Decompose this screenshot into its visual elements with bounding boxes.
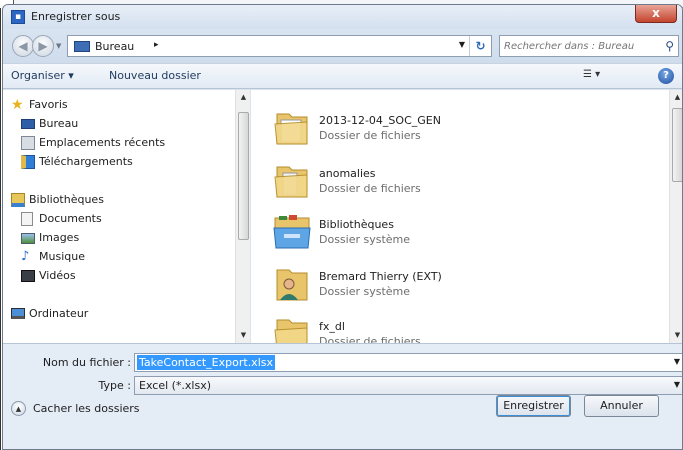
desktop-icon: [21, 119, 35, 129]
list-item[interactable]: 2013-12-04_SOC_GEN Dossier de fichiers: [271, 104, 631, 152]
desktop-icon: [74, 41, 90, 52]
music-icon: ♪: [21, 249, 30, 264]
star-icon: ★: [11, 97, 24, 113]
file-type: Dossier de fichiers: [319, 129, 421, 142]
search-box[interactable]: ⚲: [499, 35, 679, 57]
new-folder-button[interactable]: Nouveau dossier: [109, 69, 201, 82]
chevron-down-icon[interactable]: ▼: [674, 380, 680, 389]
user-folder-icon: [276, 269, 308, 301]
filename-label: Nom du fichier :: [42, 356, 131, 369]
scroll-up-icon[interactable]: ▲: [236, 90, 251, 105]
file-name: Bibliothèques: [319, 218, 394, 231]
view-options-button[interactable]: ☰ ▾: [583, 69, 613, 83]
file-name: Bremard Thierry (EXT): [319, 270, 442, 283]
file-list: 2013-12-04_SOC_GEN Dossier de fichiers a…: [251, 90, 682, 343]
close-button[interactable]: x: [635, 5, 677, 23]
folder-icon: [274, 113, 308, 145]
scrollbar-thumb[interactable]: [672, 108, 682, 182]
breadcrumb-bureau[interactable]: Bureau: [95, 40, 134, 53]
filename-field[interactable]: TakeContact_Export.xlsx ▼: [134, 353, 682, 372]
folder-icon: [274, 166, 308, 198]
navigation-pane: ★ Favoris Bureau Emplacements récents Té…: [3, 90, 250, 343]
address-bar-area: ◀ ▶ ▼ Bureau ▸ ▼ ↻ ⚲: [3, 29, 682, 63]
file-list-scrollbar[interactable]: ▲ ▼: [669, 90, 682, 343]
command-toolbar: Organiser ▾ Nouveau dossier ☰ ▾ ?: [3, 63, 682, 89]
chevron-up-icon[interactable]: ▲: [11, 401, 26, 416]
breadcrumb-chevron-icon[interactable]: ▸: [154, 40, 159, 50]
background-window-edge: [0, 8, 1, 450]
forward-button[interactable]: ▶: [32, 35, 54, 57]
documents-icon: [21, 212, 33, 226]
search-input[interactable]: [504, 38, 654, 54]
scroll-down-icon[interactable]: ▼: [236, 328, 251, 343]
save-as-dialog: ▪ Enregistrer sous x ◀ ▶ ▼ Bureau ▸ ▼ ↻ …: [2, 4, 683, 450]
history-dropdown-icon[interactable]: ▼: [56, 42, 61, 50]
scrollbar-thumb[interactable]: [238, 112, 249, 240]
list-item[interactable]: anomalies Dossier de fichiers: [271, 157, 631, 205]
file-name: fx_dl: [319, 320, 345, 333]
sidebar-scrollbar[interactable]: ▲ ▼: [235, 90, 250, 343]
save-dialog-icon: ▪: [11, 10, 25, 24]
list-item[interactable]: Bibliothèques Dossier système: [271, 208, 631, 256]
type-label: Type :: [98, 379, 131, 392]
images-icon: [21, 233, 35, 244]
file-type-value: Excel (*.xlsx): [139, 379, 212, 392]
hide-folders-label[interactable]: Cacher les dossiers: [33, 402, 140, 415]
file-type: Dossier de fichiers: [319, 335, 421, 343]
cancel-button[interactable]: Annuler: [584, 395, 659, 417]
file-type: Dossier de fichiers: [319, 182, 421, 195]
list-item[interactable]: Bremard Thierry (EXT) Dossier système: [271, 260, 631, 308]
organize-button[interactable]: Organiser ▾: [11, 69, 74, 82]
help-icon[interactable]: ?: [658, 68, 674, 84]
save-options-panel: Nom du fichier : TakeContact_Export.xlsx…: [3, 343, 682, 449]
address-bar[interactable]: Bureau ▸ ▼ ↻: [67, 35, 492, 57]
file-name: 2013-12-04_SOC_GEN: [319, 114, 441, 127]
filename-value[interactable]: TakeContact_Export.xlsx: [137, 355, 275, 370]
title-bar[interactable]: ▪ Enregistrer sous x: [3, 5, 682, 29]
computer-icon: [11, 308, 25, 319]
scroll-down-icon[interactable]: ▼: [670, 328, 682, 343]
videos-icon: [21, 270, 35, 282]
search-icon[interactable]: ⚲: [665, 39, 674, 53]
downloads-icon: [21, 155, 35, 169]
recent-places-icon: [21, 136, 35, 150]
file-type: Dossier système: [319, 285, 411, 298]
back-button[interactable]: ◀: [12, 35, 34, 57]
list-item[interactable]: fx_dl Dossier de fichiers: [271, 310, 631, 343]
filename-dropdown-icon[interactable]: ▼: [674, 357, 680, 366]
refresh-icon[interactable]: ↻: [469, 36, 491, 56]
address-dropdown-icon[interactable]: ▼: [459, 40, 465, 49]
folder-icon: [274, 319, 308, 343]
file-type-select[interactable]: Excel (*.xlsx) ▼: [134, 376, 682, 395]
dialog-title: Enregistrer sous: [31, 10, 121, 23]
save-button[interactable]: Enregistrer: [496, 395, 571, 417]
file-name: anomalies: [319, 167, 376, 180]
libraries-icon: [273, 215, 311, 249]
scroll-up-icon[interactable]: ▲: [670, 90, 682, 105]
file-type: Dossier système: [319, 233, 411, 246]
libraries-icon: [11, 193, 25, 207]
